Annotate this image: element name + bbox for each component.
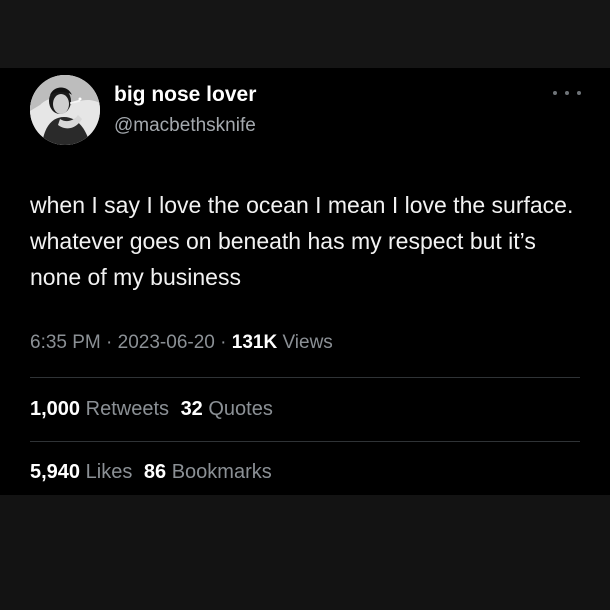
meta-separator: · [106,332,113,353]
display-name[interactable]: big nose lover [114,83,256,107]
bottom-blank-area [0,495,610,610]
divider [30,377,580,378]
quotes-label: Quotes [208,398,273,420]
top-blank-area [0,0,610,68]
bookmarks-stat[interactable]: 86 Bookmarks [144,461,272,483]
bookmarks-count: 86 [143,461,167,483]
views-label: Views [282,332,333,353]
divider [30,441,580,442]
retweets-count: 1,000 [30,398,81,420]
retweets-label: Retweets [85,398,169,420]
retweets-stat[interactable]: 1,000 Retweets [30,398,175,420]
more-options-icon[interactable] [553,86,581,100]
likes-count: 5,940 [30,461,81,483]
quotes-stat[interactable]: 32 Quotes [181,398,273,420]
more-dot [577,91,581,95]
engagement-row-reposts: 1,000 Retweets 32 Quotes [30,398,273,421]
screenshot-frame: big nose lover @macbethsknife when I say… [0,0,610,610]
tweet-metadata: 6:35 PM · 2023-06-20 · 131K Views [30,332,333,354]
tweet-date[interactable]: 2023-06-20 [118,332,215,353]
user-handle[interactable]: @macbethsknife [114,115,256,137]
more-dot [553,91,557,95]
likes-label: Likes [85,461,133,483]
avatar[interactable] [30,75,100,145]
tweet-text: when I say I love the ocean I mean I lov… [30,192,574,290]
views-count[interactable]: 131K [232,332,277,353]
tweet-time[interactable]: 6:35 PM [30,332,101,353]
quotes-count: 32 [180,398,203,420]
likes-stat[interactable]: 5,940 Likes [30,461,138,483]
bookmarks-label: Bookmarks [171,461,272,483]
engagement-row-likes: 5,940 Likes 86 Bookmarks [30,461,272,484]
profile-photo-icon [30,75,100,145]
tweet-card: big nose lover @macbethsknife when I say… [0,68,610,495]
meta-separator: · [220,332,227,353]
more-dot [565,91,569,95]
